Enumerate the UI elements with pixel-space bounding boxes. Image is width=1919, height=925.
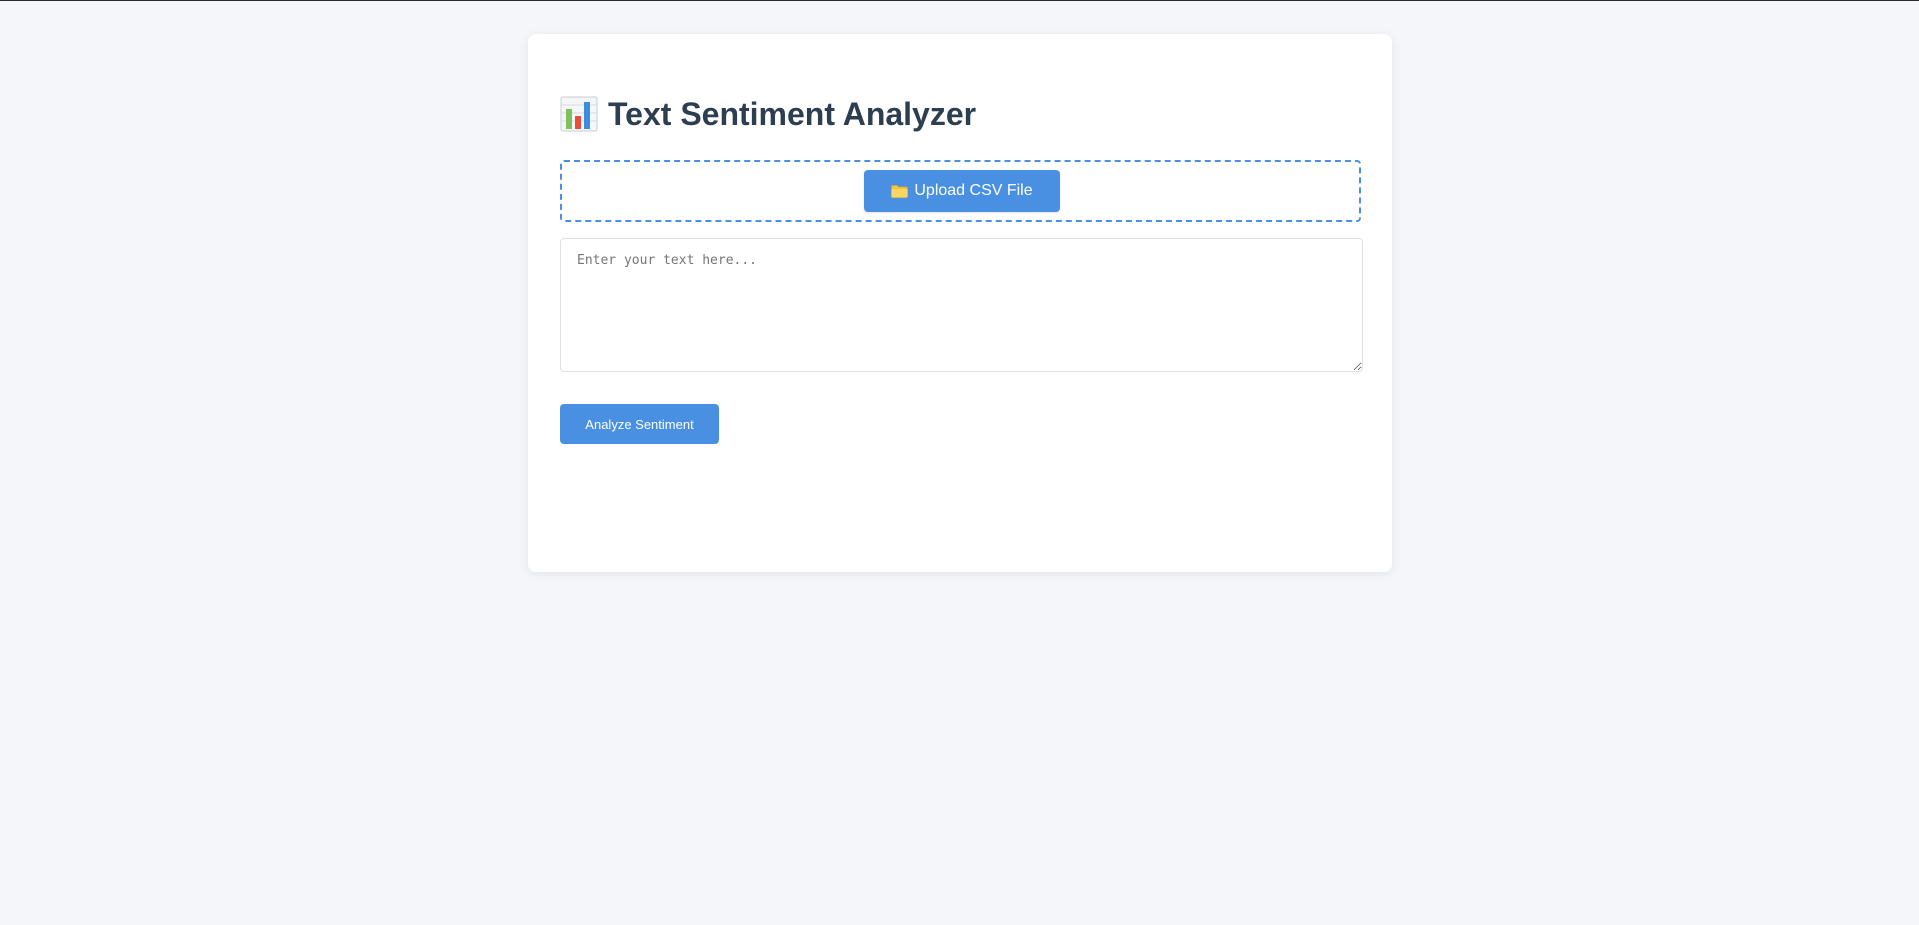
analyze-sentiment-button[interactable]: Analyze Sentiment [560, 404, 719, 444]
upload-csv-button[interactable]: Upload CSV File [864, 170, 1060, 212]
folder-icon [891, 184, 909, 198]
bar-chart-icon [560, 95, 598, 133]
upload-drop-zone[interactable]: Upload CSV File [560, 160, 1361, 222]
analyzer-card: Text Sentiment Analyzer Upload CSV File … [528, 34, 1392, 572]
page-title: Text Sentiment Analyzer [608, 96, 977, 132]
page-header: Text Sentiment Analyzer [560, 92, 976, 136]
text-input[interactable] [560, 238, 1363, 372]
upload-button-label: Upload CSV File [914, 182, 1033, 199]
